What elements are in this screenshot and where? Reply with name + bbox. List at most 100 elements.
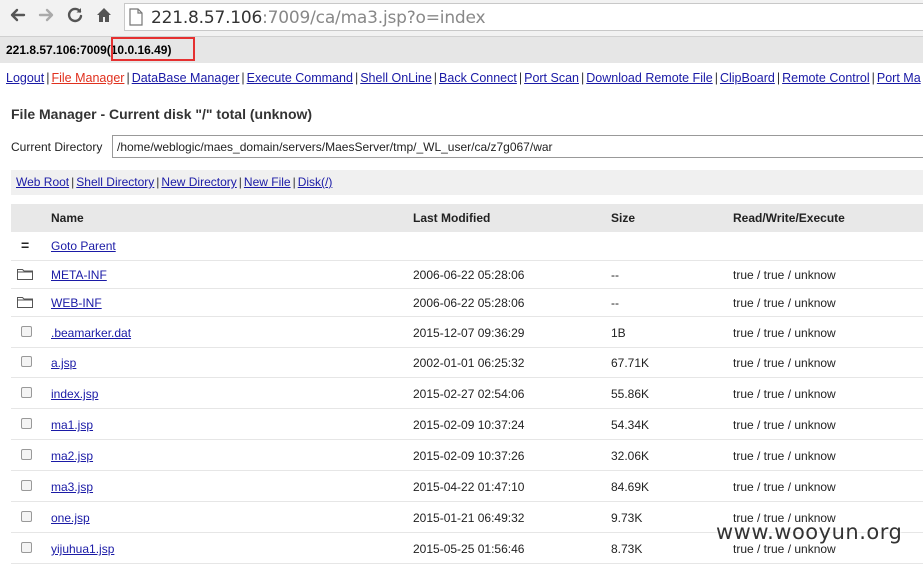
menu-item-clipboard[interactable]: ClipBoard bbox=[720, 71, 775, 85]
file-name-link[interactable]: META-INF bbox=[51, 268, 107, 282]
menu-item-execute-command[interactable]: Execute Command bbox=[247, 71, 353, 85]
file-select-checkbox[interactable] bbox=[21, 480, 32, 491]
file-size: 84.69K bbox=[611, 480, 650, 494]
file-select-checkbox[interactable] bbox=[21, 387, 32, 398]
file-name-link[interactable]: .beamarker.dat bbox=[51, 326, 131, 340]
menu-separator: | bbox=[714, 71, 718, 85]
menu-separator: | bbox=[433, 71, 438, 85]
menu-separator: | bbox=[354, 71, 359, 85]
browser-toolbar: 221.8.57.106:7009/ca/ma3.jsp?o=index bbox=[0, 0, 923, 37]
quick-links-bar: Web Root | Shell Directory | New Directory | N… bbox=[11, 170, 923, 195]
menu-item-port-ma[interactable]: Port Ma bbox=[877, 71, 921, 85]
menu-item-port-scan[interactable]: Port Scan bbox=[524, 71, 579, 85]
file-size: 67.71K bbox=[611, 356, 650, 370]
file-row: ma3.jsp 2015-04-22 01:47:10 84.69K true / t… bbox=[11, 470, 923, 502]
menu-separator: | bbox=[776, 71, 781, 85]
file-name-link[interactable]: WEB-INF bbox=[51, 296, 102, 310]
menu-item-remote-control[interactable]: Remote Control bbox=[782, 71, 870, 85]
menu-separator: | bbox=[126, 71, 130, 85]
menu-separator: | bbox=[581, 71, 585, 85]
file-name-link[interactable]: index.jsp bbox=[51, 387, 98, 401]
file-size: -- bbox=[611, 268, 619, 282]
quick-link-new-file[interactable]: New File bbox=[244, 175, 291, 189]
file-permissions: true / true / unknow bbox=[733, 480, 836, 494]
file-select-checkbox[interactable] bbox=[21, 356, 32, 367]
quick-link-separator: | bbox=[156, 175, 160, 189]
file-select-checkbox[interactable] bbox=[21, 326, 32, 337]
file-size: 54.34K bbox=[611, 418, 650, 432]
file-size: 1B bbox=[611, 326, 626, 340]
file-size: 32.06K bbox=[611, 449, 650, 463]
file-modified: 2015-02-27 02:54:06 bbox=[413, 387, 525, 401]
url-host: 221.8.57.106 bbox=[151, 8, 263, 28]
file-name-link[interactable]: one.jsp bbox=[51, 511, 90, 525]
current-directory-input[interactable] bbox=[112, 135, 923, 158]
menu-item-download-remote-file[interactable]: Download Remote File bbox=[586, 71, 712, 85]
file-name-link[interactable]: ma3.jsp bbox=[51, 480, 93, 494]
file-row: ma2.jsp 2015-02-09 10:37:26 32.06K true / t… bbox=[11, 439, 923, 471]
file-name-link[interactable]: ma1.jsp bbox=[51, 418, 93, 432]
file-row: a.jsp 2002-01-01 06:25:32 67.71K true / tru… bbox=[11, 346, 923, 378]
file-table-header: Name Last Modified Size Read/Write/Execu… bbox=[11, 204, 923, 232]
reload-icon[interactable] bbox=[63, 6, 87, 30]
menu-item-file-manager[interactable]: File Manager bbox=[51, 71, 124, 85]
forward-arrow-icon[interactable] bbox=[34, 6, 58, 30]
file-select-checkbox[interactable] bbox=[21, 449, 32, 460]
menu-separator: | bbox=[241, 71, 245, 85]
file-row: ma1.jsp 2015-02-09 10:37:24 54.34K true / t… bbox=[11, 408, 923, 440]
menu-item-shell-online[interactable]: Shell OnLine bbox=[360, 71, 432, 85]
file-modified: 2006-06-22 05:28:06 bbox=[413, 268, 525, 282]
file-select-checkbox[interactable] bbox=[21, 542, 32, 553]
file-modified: 2015-12-07 09:36:29 bbox=[413, 326, 525, 340]
back-arrow-icon[interactable] bbox=[6, 6, 30, 30]
page-icon bbox=[129, 8, 143, 26]
home-icon[interactable] bbox=[92, 6, 116, 30]
file-permissions: true / true / unknow bbox=[733, 326, 836, 340]
host-address: 221.8.57.106:7009 bbox=[6, 43, 107, 57]
parent-icon: = bbox=[21, 237, 30, 253]
file-modified: 2015-05-25 01:56:46 bbox=[413, 542, 525, 556]
file-size: 8.73K bbox=[611, 542, 643, 556]
file-modified: 2015-02-09 10:37:24 bbox=[413, 418, 525, 432]
address-bar[interactable]: 221.8.57.106:7009/ca/ma3.jsp?o=index bbox=[124, 3, 923, 31]
file-name-link[interactable]: a.jsp bbox=[51, 356, 76, 370]
file-size: 55.86K bbox=[611, 387, 650, 401]
quick-link-disk[interactable]: Disk(/) bbox=[298, 175, 333, 189]
column-size: Size bbox=[611, 211, 636, 225]
ip-highlight-box bbox=[111, 37, 195, 61]
file-permissions: true / true / unknow bbox=[733, 542, 836, 556]
file-modified: 2015-04-22 01:47:10 bbox=[413, 480, 525, 494]
file-size: -- bbox=[611, 296, 619, 310]
url-path: :7009/ca/ma3.jsp?o=index bbox=[262, 8, 486, 28]
watermark: www.wooyun.org bbox=[716, 520, 903, 544]
quick-link-shell-directory[interactable]: Shell Directory bbox=[76, 175, 154, 189]
quick-link-new-directory[interactable]: New Directory bbox=[161, 175, 236, 189]
file-permissions: true / true / unknow bbox=[733, 268, 836, 282]
url-text: 221.8.57.106:7009/ca/ma3.jsp?o=index bbox=[151, 8, 486, 28]
file-name-link[interactable]: ma2.jsp bbox=[51, 449, 93, 463]
file-modified: 2015-02-09 10:37:26 bbox=[413, 449, 525, 463]
column-last-modified: Last Modified bbox=[413, 211, 491, 225]
column-permissions: Read/Write/Execute bbox=[733, 211, 845, 225]
menu-item-back-connect[interactable]: Back Connect bbox=[439, 71, 517, 85]
file-select-checkbox[interactable] bbox=[21, 418, 32, 429]
menu-separator: | bbox=[871, 71, 875, 85]
quick-link-web-root[interactable]: Web Root bbox=[16, 175, 69, 189]
file-modified: 2006-06-22 05:28:06 bbox=[413, 296, 525, 310]
file-permissions: true / true / unknow bbox=[733, 449, 836, 463]
file-select-checkbox[interactable] bbox=[21, 511, 32, 522]
goto-parent-link[interactable]: Goto Parent bbox=[51, 239, 116, 253]
menu-separator: | bbox=[518, 71, 523, 85]
file-row: .beamarker.dat 2015-12-07 09:36:29 1B true … bbox=[11, 316, 923, 348]
file-permissions: true / true / unknow bbox=[733, 296, 836, 310]
quick-link-separator: | bbox=[71, 175, 75, 189]
file-modified: 2002-01-01 06:25:32 bbox=[413, 356, 525, 370]
menu-item-database-manager[interactable]: DataBase Manager bbox=[132, 71, 240, 85]
menu-item-logout[interactable]: Logout bbox=[6, 71, 44, 85]
file-permissions: true / true / unknow bbox=[733, 418, 836, 432]
file-name-link[interactable]: yijuhua1.jsp bbox=[51, 542, 114, 556]
page-title: File Manager - Current disk "/" total (u… bbox=[11, 106, 313, 122]
current-directory-label: Current Directory bbox=[11, 140, 103, 154]
file-permissions: true / true / unknow bbox=[733, 356, 836, 370]
column-name: Name bbox=[51, 211, 84, 225]
